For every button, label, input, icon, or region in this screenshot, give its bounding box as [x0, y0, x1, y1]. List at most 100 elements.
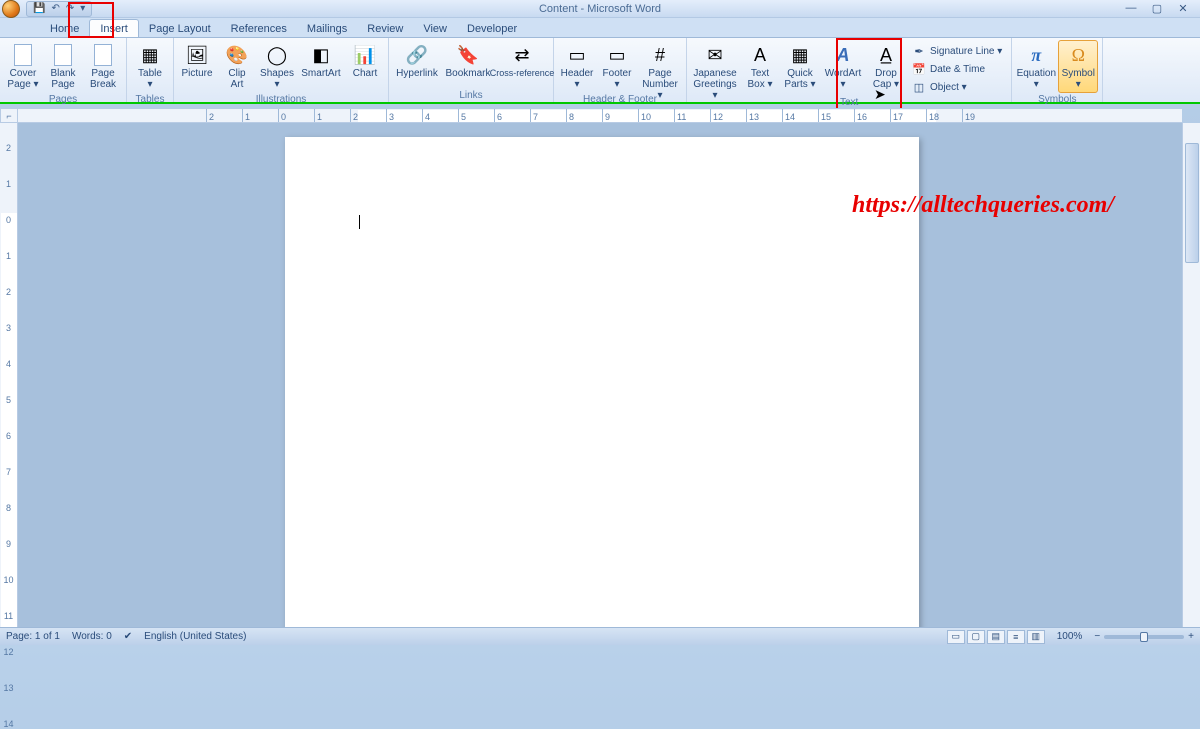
status-language[interactable]: English (United States): [144, 631, 246, 642]
redo-icon[interactable]: ↷: [66, 3, 74, 14]
zoom-thumb[interactable]: [1140, 632, 1148, 642]
tab-mailings[interactable]: Mailings: [297, 20, 357, 37]
text-box-label: TextBox ▾: [747, 68, 772, 90]
ribbon-insert: CoverPage ▾ BlankPage PageBreak Pages ▦ …: [0, 38, 1200, 104]
object-button[interactable]: ◫Object ▾: [907, 78, 1007, 96]
tab-home[interactable]: Home: [40, 20, 89, 37]
view-web-layout[interactable]: ▤: [987, 630, 1005, 644]
object-label: Object ▾: [930, 82, 967, 93]
header-icon: ▭: [565, 43, 589, 67]
footer-icon: ▭: [605, 43, 629, 67]
cross-reference-icon: ⇄: [510, 43, 534, 67]
close-button[interactable]: ✕: [1170, 0, 1196, 16]
view-buttons: ▭ ▢ ▤ ≡ ▥: [947, 630, 1045, 644]
tab-review[interactable]: Review: [357, 20, 413, 37]
cross-reference-button[interactable]: ⇄ Cross-reference: [495, 40, 549, 82]
shapes-button[interactable]: ◯ Shapes▾: [258, 40, 296, 93]
group-tables-label: Tables: [131, 93, 169, 106]
japanese-greetings-button[interactable]: ✉ JapaneseGreetings ▾: [691, 40, 739, 93]
smartart-button[interactable]: ◧ SmartArt: [298, 40, 344, 82]
quick-access-toolbar: 💾 ↶ ↷ ▾: [26, 1, 92, 17]
header-button[interactable]: ▭ Header▾: [558, 40, 596, 93]
tab-developer[interactable]: Developer: [457, 20, 527, 37]
view-draft[interactable]: ▥: [1027, 630, 1045, 644]
hyperlink-button[interactable]: 🔗 Hyperlink: [393, 40, 441, 82]
tab-page-layout[interactable]: Page Layout: [139, 20, 221, 37]
wordart-label: WordArt▾: [825, 68, 862, 90]
symbol-icon: Ω: [1066, 43, 1090, 67]
table-button[interactable]: ▦ Table▾: [131, 40, 169, 93]
tab-references[interactable]: References: [221, 20, 297, 37]
zoom-track[interactable]: [1104, 635, 1184, 639]
equation-button[interactable]: π Equation▾: [1016, 40, 1056, 93]
chart-label: Chart: [353, 68, 377, 79]
group-pages-label: Pages: [4, 93, 122, 106]
page-number-button[interactable]: # PageNumber ▾: [638, 40, 682, 93]
japanese-greetings-icon: ✉: [703, 43, 727, 67]
quick-parts-label: QuickParts ▾: [784, 68, 815, 90]
undo-icon[interactable]: ↶: [51, 3, 59, 14]
page-break-button[interactable]: PageBreak: [84, 40, 122, 93]
ribbon-tabs: Home Insert Page Layout References Maili…: [0, 18, 1200, 38]
table-label: Table▾: [138, 68, 162, 90]
text-box-button[interactable]: A TextBox ▾: [741, 40, 779, 93]
zoom-slider[interactable]: − +: [1094, 631, 1194, 642]
status-page[interactable]: Page: 1 of 1: [6, 631, 60, 642]
footer-button[interactable]: ▭ Footer▾: [598, 40, 636, 93]
chart-button[interactable]: 📊 Chart: [346, 40, 384, 82]
office-button[interactable]: [2, 0, 20, 18]
save-icon[interactable]: 💾: [33, 3, 45, 14]
symbol-label: Symbol▾: [1062, 68, 1095, 90]
signature-line-icon: ✒: [912, 44, 926, 58]
status-bar: Page: 1 of 1 Words: 0 ✔ English (United …: [0, 627, 1200, 645]
cover-page-label: CoverPage ▾: [7, 68, 38, 90]
drop-cap-icon: A̲: [874, 43, 898, 67]
zoom-out-button[interactable]: −: [1094, 631, 1100, 642]
symbol-button[interactable]: Ω Symbol▾: [1058, 40, 1098, 93]
group-pages: CoverPage ▾ BlankPage PageBreak Pages: [0, 38, 127, 102]
picture-icon: 🖼: [185, 43, 209, 67]
mouse-pointer-icon: ➤: [874, 86, 886, 103]
hyperlink-label: Hyperlink: [396, 68, 438, 79]
date-time-icon: 📅: [912, 62, 926, 76]
wordart-button[interactable]: A WordArt▾: [821, 40, 865, 93]
zoom-in-button[interactable]: +: [1188, 631, 1194, 642]
table-icon: ▦: [138, 43, 162, 67]
view-outline[interactable]: ≡: [1007, 630, 1025, 644]
tab-insert[interactable]: Insert: [89, 19, 139, 37]
signature-line-button[interactable]: ✒Signature Line ▾: [907, 42, 1007, 60]
zoom-level[interactable]: 100%: [1057, 631, 1083, 642]
vertical-ruler[interactable]: 2101234567891011121314: [0, 123, 18, 627]
horizontal-ruler[interactable]: 21012345678910111213141516171819: [18, 108, 1182, 123]
document-page[interactable]: [285, 137, 919, 627]
status-proofing-icon[interactable]: ✔: [124, 631, 132, 642]
ruler-corner[interactable]: ⌐: [0, 108, 18, 123]
maximize-button[interactable]: ▢: [1144, 0, 1170, 16]
cover-page-button[interactable]: CoverPage ▾: [4, 40, 42, 93]
qat-dropdown-icon[interactable]: ▾: [80, 3, 85, 14]
minimize-button[interactable]: —: [1118, 0, 1144, 16]
tab-view[interactable]: View: [413, 20, 457, 37]
page-break-icon: [91, 43, 115, 67]
header-label: Header▾: [561, 68, 594, 90]
quick-parts-icon: ▦: [788, 43, 812, 67]
clip-art-button[interactable]: 🎨 ClipArt: [218, 40, 256, 93]
group-tables: ▦ Table▾ Tables: [127, 38, 174, 102]
date-time-button[interactable]: 📅Date & Time: [907, 60, 1007, 78]
shapes-label: Shapes▾: [260, 68, 294, 90]
view-full-screen[interactable]: ▢: [967, 630, 985, 644]
window-title: Content - Microsoft Word: [539, 3, 661, 15]
vertical-scrollbar[interactable]: [1182, 123, 1200, 627]
drop-cap-button[interactable]: A̲ DropCap ▾: [867, 40, 905, 93]
status-words[interactable]: Words: 0: [72, 631, 112, 642]
quick-parts-button[interactable]: ▦ QuickParts ▾: [781, 40, 819, 93]
page-break-label: PageBreak: [90, 68, 116, 90]
clip-art-label: ClipArt: [228, 68, 245, 90]
blank-page-button[interactable]: BlankPage: [44, 40, 82, 93]
group-links-label: Links: [393, 89, 549, 102]
text-box-icon: A: [748, 43, 772, 67]
bookmark-button[interactable]: 🔖 Bookmark: [443, 40, 493, 82]
picture-button[interactable]: 🖼 Picture: [178, 40, 216, 82]
view-print-layout[interactable]: ▭: [947, 630, 965, 644]
scrollbar-thumb[interactable]: [1185, 143, 1199, 263]
